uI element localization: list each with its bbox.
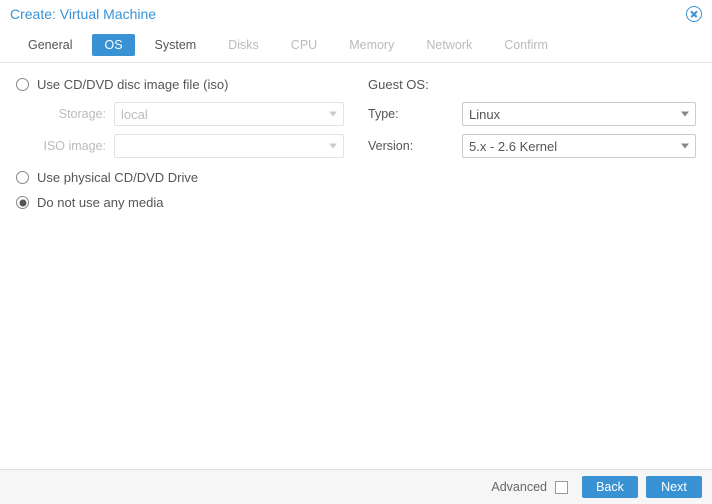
version-value: 5.x - 2.6 Kernel xyxy=(469,139,557,154)
media-column: Use CD/DVD disc image file (iso) Storage… xyxy=(16,77,344,455)
tab-memory: Memory xyxy=(337,34,406,56)
tab-general[interactable]: General xyxy=(16,34,84,56)
radio-no-media[interactable]: Do not use any media xyxy=(16,195,344,210)
isoimage-combo xyxy=(114,134,344,158)
radio-use-iso-label: Use CD/DVD disc image file (iso) xyxy=(37,77,228,92)
storage-value: local xyxy=(121,107,148,122)
dialog-footer: Advanced Back Next xyxy=(0,469,712,504)
dialog-title: Create: Virtual Machine xyxy=(10,6,156,22)
isoimage-field: ISO image: xyxy=(34,134,344,158)
chevron-down-icon xyxy=(329,112,337,117)
storage-combo: local xyxy=(114,102,344,126)
type-value: Linux xyxy=(469,107,500,122)
radio-physical[interactable]: Use physical CD/DVD Drive xyxy=(16,170,344,185)
close-icon[interactable] xyxy=(686,6,702,22)
radio-icon xyxy=(16,171,29,184)
radio-icon xyxy=(16,78,29,91)
advanced-checkbox[interactable] xyxy=(555,481,568,494)
back-button[interactable]: Back xyxy=(582,476,638,498)
next-button[interactable]: Next xyxy=(646,476,702,498)
version-row: Version: 5.x - 2.6 Kernel xyxy=(368,134,696,158)
storage-label: Storage: xyxy=(34,107,106,121)
tabs: General OS System Disks CPU Memory Netwo… xyxy=(0,30,712,63)
tab-disks: Disks xyxy=(216,34,271,56)
chevron-down-icon xyxy=(329,144,337,149)
version-combo[interactable]: 5.x - 2.6 Kernel xyxy=(462,134,696,158)
advanced-label: Advanced xyxy=(491,480,547,494)
radio-use-iso[interactable]: Use CD/DVD disc image file (iso) xyxy=(16,77,344,92)
tab-cpu: CPU xyxy=(279,34,329,56)
tab-system[interactable]: System xyxy=(143,34,209,56)
chevron-down-icon xyxy=(681,112,689,117)
isoimage-label: ISO image: xyxy=(34,139,106,153)
radio-no-media-label: Do not use any media xyxy=(37,195,163,210)
type-row: Type: Linux xyxy=(368,102,696,126)
tab-os[interactable]: OS xyxy=(92,34,134,56)
tab-confirm: Confirm xyxy=(492,34,560,56)
guest-column: Guest OS: Type: Linux Version: 5.x - 2.6… xyxy=(368,77,696,455)
storage-field: Storage: local xyxy=(34,102,344,126)
dialog-header: Create: Virtual Machine xyxy=(0,0,712,30)
type-label: Type: xyxy=(368,107,454,121)
radio-physical-label: Use physical CD/DVD Drive xyxy=(37,170,198,185)
dialog-body: Use CD/DVD disc image file (iso) Storage… xyxy=(0,63,712,469)
radio-icon xyxy=(16,196,29,209)
guest-os-title: Guest OS: xyxy=(368,77,696,92)
type-combo[interactable]: Linux xyxy=(462,102,696,126)
chevron-down-icon xyxy=(681,144,689,149)
version-label: Version: xyxy=(368,139,454,153)
tab-network: Network xyxy=(414,34,484,56)
